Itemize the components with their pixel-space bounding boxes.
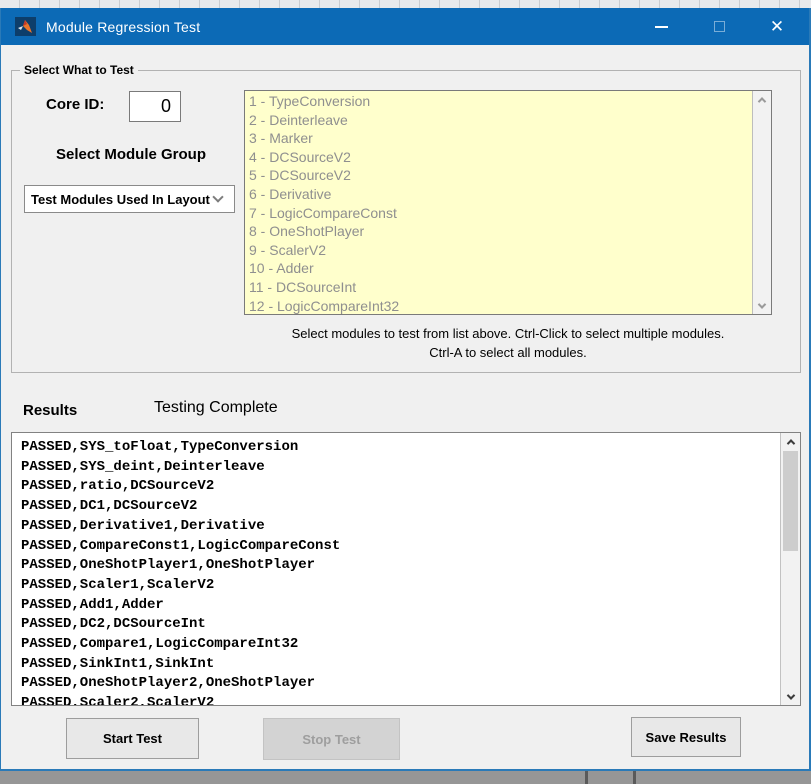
matlab-icon [15,17,36,36]
list-item[interactable]: 12 - LogicCompareInt32 [245,297,751,315]
scrollbar-thumb[interactable] [783,451,798,551]
start-test-button[interactable]: Start Test [66,718,199,759]
list-item[interactable]: 4 - DCSourceV2 [245,148,751,167]
module-listbox[interactable]: 1 - TypeConversion 2 - Deinterleave 3 - … [244,90,772,315]
testing-status: Testing Complete [154,399,278,417]
minimize-icon [655,26,668,28]
module-regression-test-window: Module Regression Test ✕ Select What to … [0,8,811,771]
result-line: PASSED,ratio,DCSourceV2 [21,477,780,497]
desktop-bottom-strip [0,771,811,784]
results-text: PASSED,SYS_toFloat,TypeConversion PASSED… [12,433,780,705]
scroll-up-icon[interactable] [781,433,800,450]
results-scrollbar[interactable] [780,433,800,705]
list-item[interactable]: 11 - DCSourceInt [245,278,751,297]
module-group-selected-value: Test Modules Used In Layout [25,192,214,207]
result-line: PASSED,DC1,DCSourceV2 [21,497,780,517]
window-controls: ✕ [632,8,806,45]
module-group-dropdown[interactable]: Test Modules Used In Layout [24,185,235,213]
desktop-artifact [633,771,636,784]
scroll-up-icon[interactable] [753,91,771,108]
module-list: 1 - TypeConversion 2 - Deinterleave 3 - … [245,92,751,315]
core-id-label: Core ID: [46,96,104,113]
hint-line-1: Select modules to test from list above. … [224,324,792,343]
result-line: PASSED,SYS_deint,Deinterleave [21,458,780,478]
list-item[interactable]: 5 - DCSourceV2 [245,166,751,185]
window-title: Module Regression Test [46,19,200,35]
list-item[interactable]: 2 - Deinterleave [245,111,751,130]
results-label: Results [23,402,77,419]
result-line: PASSED,SYS_toFloat,TypeConversion [21,438,780,458]
results-textbox[interactable]: PASSED,SYS_toFloat,TypeConversion PASSED… [11,432,801,706]
list-item[interactable]: 3 - Marker [245,129,751,148]
result-line: PASSED,Compare1,LogicCompareInt32 [21,635,780,655]
scroll-down-icon[interactable] [781,688,800,705]
close-button[interactable]: ✕ [748,8,806,45]
desktop-background-strip [0,0,811,8]
result-line: PASSED,OneShotPlayer1,OneShotPlayer [21,556,780,576]
list-item[interactable]: 10 - Adder [245,259,751,278]
result-line: PASSED,SinkInt1,SinkInt [21,655,780,675]
chevron-up-icon [758,97,766,105]
result-line: PASSED,Add1,Adder [21,596,780,616]
list-item[interactable]: 7 - LogicCompareConst [245,204,751,223]
list-item[interactable]: 6 - Derivative [245,185,751,204]
chevron-up-icon [786,439,794,447]
minimize-button[interactable] [632,8,690,45]
screen: Module Regression Test ✕ Select What to … [0,0,811,784]
list-item[interactable]: 9 - ScalerV2 [245,241,751,260]
listbox-scrollbar[interactable] [752,91,771,314]
scroll-down-icon[interactable] [753,297,771,314]
result-line: PASSED,OneShotPlayer2,OneShotPlayer [21,674,780,694]
core-id-input[interactable] [129,91,181,122]
chevron-down-icon [786,691,794,699]
chevron-down-icon [758,300,766,308]
title-bar[interactable]: Module Regression Test ✕ [1,8,809,45]
list-item[interactable]: 1 - TypeConversion [245,92,751,111]
list-item[interactable]: 8 - OneShotPlayer [245,222,751,241]
stop-test-button: Stop Test [263,718,400,760]
hint-line-2: Ctrl-A to select all modules. [224,343,792,362]
close-icon: ✕ [770,18,784,35]
desktop-artifact [585,771,588,784]
chevron-down-icon [212,191,223,202]
result-line: PASSED,Scaler2,ScalerV2 [21,694,780,705]
save-results-button[interactable]: Save Results [631,717,741,757]
maximize-icon [714,21,725,32]
selection-hint: Select modules to test from list above. … [224,324,792,362]
result-line: PASSED,Derivative1,Derivative [21,517,780,537]
group-legend: Select What to Test [20,63,138,77]
maximize-button[interactable] [690,8,748,45]
result-line: PASSED,CompareConst1,LogicCompareConst [21,537,780,557]
module-group-label: Select Module Group [21,146,241,163]
result-line: PASSED,DC2,DCSourceInt [21,615,780,635]
result-line: PASSED,Scaler1,ScalerV2 [21,576,780,596]
